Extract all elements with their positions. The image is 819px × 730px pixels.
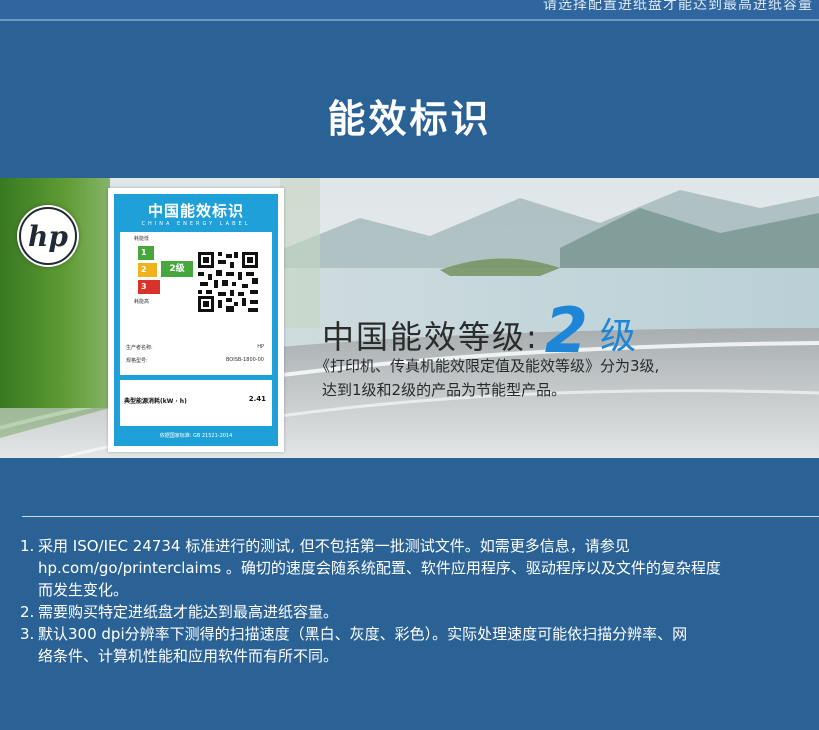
model-value: BOISB-1800-00 xyxy=(225,357,264,363)
grade-bar-1: 1 xyxy=(138,246,154,260)
current-grade-badge: 2级 xyxy=(161,261,193,277)
footnote-number: 2. xyxy=(20,603,35,621)
energy-label-title: 中国能效标识 xyxy=(147,202,244,220)
high-consumption-text: 耗能高 xyxy=(134,299,150,305)
model-label: 规格型号: xyxy=(126,358,148,364)
energy-label-frame: 中国能效标识 CHINA ENERGY LABEL 耗能低 1 2 3 耗能高 … xyxy=(114,194,278,446)
hp-logo-text: hp xyxy=(28,220,68,253)
footnote-item: 2. 需要购买特定进纸盘才能达到最高进纸容量。 xyxy=(20,601,819,623)
top-divider xyxy=(0,19,819,21)
footnote-item: 1. 采用 ISO/IEC 24734 标准进行的测试, 但不包括第一批测试文件… xyxy=(20,535,819,601)
footnote-number: 3. xyxy=(20,625,35,643)
manufacturer-label: 生产者名称: xyxy=(126,345,153,351)
energy-label-footer: 依据国家标准: GB 21521-2014 xyxy=(159,433,233,439)
energy-label-card: 中国能效标识 CHINA ENERGY LABEL 耗能低 1 2 3 耗能高 … xyxy=(108,188,284,452)
footnote-line: 需要购买特定进纸盘才能达到最高进纸容量。 xyxy=(38,603,339,621)
energy-label-grade-panel: 耗能低 1 2 3 耗能高 2级 生产者名称: HP 规格型号: BOISB-1… xyxy=(120,232,272,375)
top-strip: 请选择配置进纸盘才能达到最高进纸容量 xyxy=(0,0,819,20)
grade-bar-3: 3 xyxy=(138,280,160,294)
footnote-line: 默认300 dpi分辨率下测得的扫描速度（黑白、灰度、彩色）。实际处理速度可能依… xyxy=(38,625,688,643)
footnote-line: hp.com/go/printerclaims 。确切的速度会随系统配置、软件应… xyxy=(38,559,721,577)
footnote-line: 采用 ISO/IEC 24734 标准进行的测试, 但不包括第一批测试文件。如需… xyxy=(38,537,630,555)
grade-prefix: 中国能效等级: xyxy=(322,318,539,356)
grade-description: 《打印机、传真机能效限定值及能效等级》分为3级, 达到1级和2级的产品为节能型产… xyxy=(315,354,659,402)
hp-logo: hp xyxy=(17,205,79,267)
footnotes-list: 1. 采用 ISO/IEC 24734 标准进行的测试, 但不包括第一批测试文件… xyxy=(20,535,819,667)
description-line-1: 《打印机、传真机能效限定值及能效等级》分为3级, xyxy=(315,357,660,375)
energy-banner: hp 中国能效标识 CHINA ENERGY LABEL 耗能低 1 2 3 耗… xyxy=(0,178,819,458)
consumption-label: 典型能源消耗(kW · h) xyxy=(124,398,187,405)
footnote-number: 1. xyxy=(20,537,35,555)
top-strip-text: 请选择配置进纸盘才能达到最高进纸容量 xyxy=(543,0,813,13)
energy-consumption-panel: 典型能源消耗(kW · h) 2.41 xyxy=(120,380,272,426)
low-consumption-text: 耗能低 xyxy=(134,236,150,242)
qr-code-icon xyxy=(196,250,260,314)
footnote-line: 而发生变化。 xyxy=(38,581,129,599)
footnote-line: 络条件、计算机性能和应用软件而有所不同。 xyxy=(38,647,339,665)
consumption-value: 2.41 xyxy=(248,395,266,403)
manufacturer-value: HP xyxy=(257,344,264,350)
grade-unit: 级 xyxy=(599,316,636,357)
page-title: 能效标识 xyxy=(327,97,492,141)
notes-divider xyxy=(22,516,819,517)
footnote-item: 3. 默认300 dpi分辨率下测得的扫描速度（黑白、灰度、彩色）。实际处理速度… xyxy=(20,623,819,667)
grade-bar-2: 2 xyxy=(138,263,157,277)
description-line-2: 达到1级和2级的产品为节能型产品。 xyxy=(322,381,567,399)
energy-label-subtitle: CHINA ENERGY LABEL xyxy=(141,221,251,227)
